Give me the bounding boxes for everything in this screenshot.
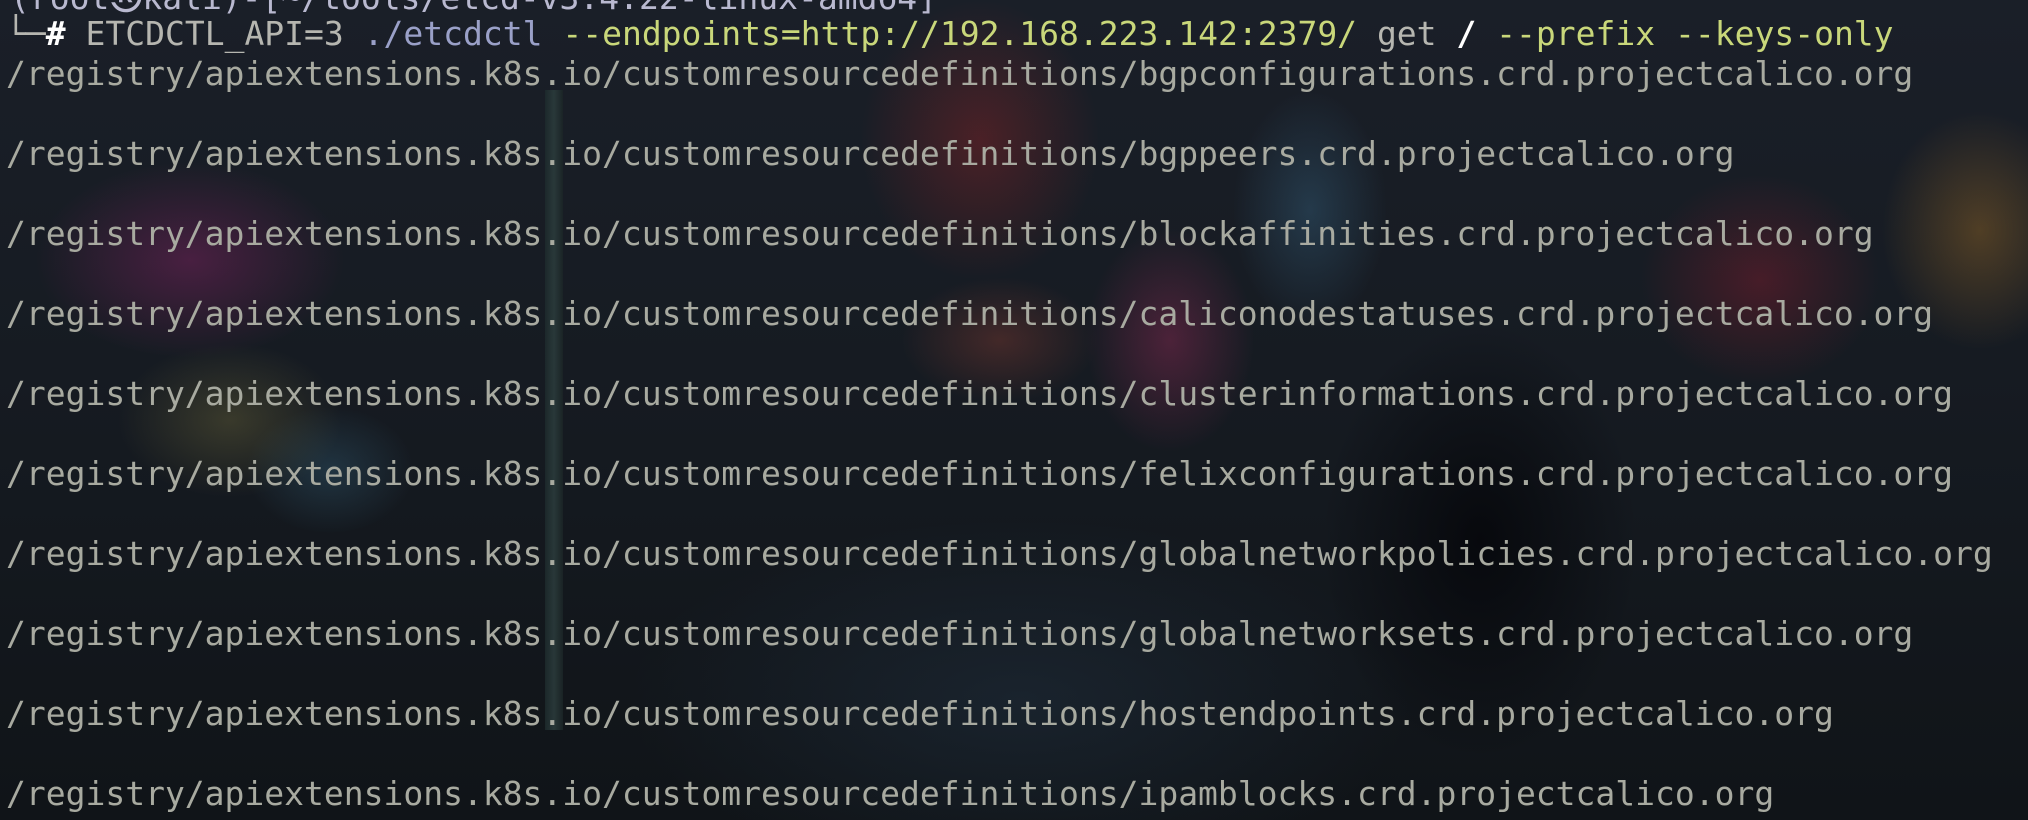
prompt-corner: └─ bbox=[6, 14, 46, 53]
output-line: /registry/apiextensions.k8s.io/customres… bbox=[6, 374, 1954, 413]
output-line: /registry/apiextensions.k8s.io/customres… bbox=[6, 454, 1954, 493]
output-line: /registry/apiextensions.k8s.io/customres… bbox=[6, 534, 1993, 573]
command-line: └─# ETCDCTL_API=3 ./etcdctl --endpoints=… bbox=[6, 14, 1894, 54]
output-line: /registry/apiextensions.k8s.io/customres… bbox=[6, 214, 1874, 253]
output-line: /registry/apiextensions.k8s.io/customres… bbox=[6, 614, 1914, 653]
keys-only-flag: --keys-only bbox=[1675, 14, 1894, 53]
output-line: /registry/apiextensions.k8s.io/customres… bbox=[6, 694, 1834, 733]
output-line: /registry/apiextensions.k8s.io/customres… bbox=[6, 134, 1735, 173]
output-line: /registry/apiextensions.k8s.io/customres… bbox=[6, 294, 1934, 333]
key-argument: / bbox=[1456, 14, 1477, 53]
env-assignment: ETCDCTL_API=3 bbox=[85, 14, 344, 53]
terminal-window[interactable]: (root㉿kali)-[~/tools/etcd-v3.4.22-linux-… bbox=[0, 0, 2028, 820]
output-line: /registry/apiextensions.k8s.io/customres… bbox=[6, 774, 1775, 813]
output-line: /registry/apiextensions.k8s.io/customres… bbox=[6, 54, 1914, 93]
endpoints-flag: --endpoints=http://192.168.223.142:2379/ bbox=[562, 14, 1358, 53]
etcdctl-binary: ./etcdctl bbox=[363, 14, 543, 53]
get-subcommand: get bbox=[1376, 14, 1437, 53]
prompt-hash: # bbox=[45, 14, 66, 53]
prefix-flag: --prefix bbox=[1496, 14, 1656, 53]
